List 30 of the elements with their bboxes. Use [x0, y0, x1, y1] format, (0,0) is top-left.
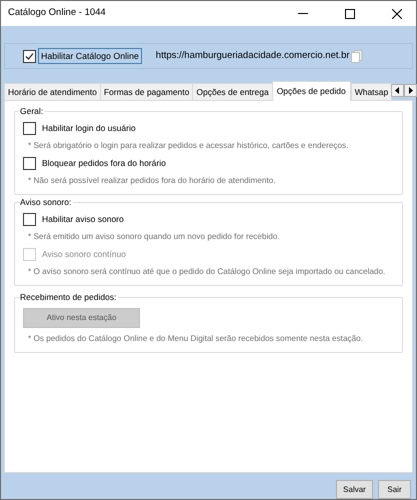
- close-icon[interactable]: [392, 8, 402, 18]
- tab-scroll-right-icon[interactable]: [404, 84, 417, 97]
- hint-text: * Será emitido um aviso sonoro quando um novo pedido for recebido.: [28, 231, 280, 242]
- checkbox[interactable]: [23, 213, 36, 226]
- checkbox[interactable]: [23, 50, 36, 62]
- hint-text: * Não será possível realizar pedidos fora do horário de atendimento.: [28, 175, 276, 186]
- tab-scroll-left-icon[interactable]: [391, 84, 404, 97]
- hint-text: * Será obrigatório o login para realizar pedidos e acessar histórico, cartões e endereços.: [28, 140, 348, 151]
- hint-text: * Os pedidos do Catálogo Online e do Menu Digital serão recebidos somente nesta estação.: [28, 333, 363, 344]
- window-title: Catálogo Online - 1044: [8, 6, 107, 20]
- save-button[interactable]: Salvar: [336, 480, 373, 499]
- checkbox[interactable]: [23, 122, 36, 135]
- checkbox-label[interactable]: Habilitar login do usuário: [42, 122, 136, 135]
- minimize-icon[interactable]: [298, 12, 308, 14]
- tab[interactable]: Opções de entrega: [192, 83, 273, 100]
- checkbox-label[interactable]: Habilitar Catálogo Online: [38, 48, 142, 64]
- tab[interactable]: Whatsap: [350, 83, 392, 100]
- exit-button[interactable]: Sair: [378, 480, 411, 499]
- group-title: Recebimento de pedidos:: [20, 291, 118, 303]
- group-title: Geral:: [20, 105, 46, 117]
- checkbox-label[interactable]: Habilitar aviso sonoro: [42, 213, 124, 226]
- catalog-url: https://hamburgueriadacidade.comercio.net.br: [156, 48, 350, 63]
- tab[interactable]: Horário de atendimento: [4, 83, 101, 100]
- tab[interactable]: Formas de pagamento: [100, 83, 194, 100]
- hint-text: * O aviso sonoro será contínuo até que o pedido do Catálogo Online seja importado ou cancelado.: [28, 266, 386, 277]
- group-title: Aviso sonoro:: [20, 196, 74, 208]
- maximize-icon[interactable]: [345, 8, 355, 18]
- tab[interactable]: Opções de pedido: [272, 81, 351, 101]
- checkbox[interactable]: [23, 157, 36, 170]
- checkbox-label[interactable]: Bloquear pedidos fora do horário: [42, 157, 166, 170]
